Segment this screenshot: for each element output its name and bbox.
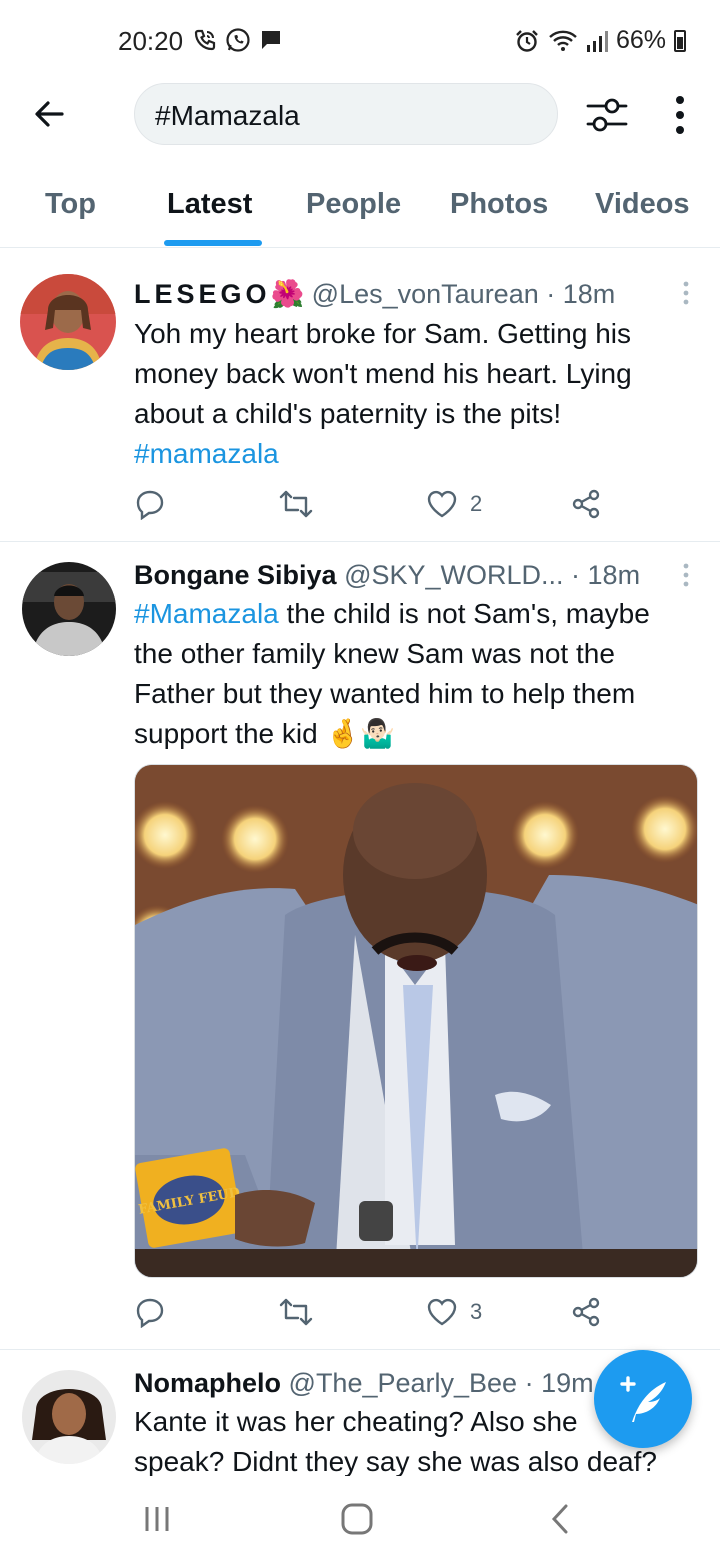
retweet-button[interactable]	[278, 488, 314, 520]
back-arrow-icon[interactable]	[28, 92, 72, 136]
home-icon[interactable]	[340, 1502, 374, 1536]
search-input[interactable]: #Mamazala	[134, 83, 558, 145]
tweet-time: · 19m	[524, 1368, 594, 1398]
tweet[interactable]: Bongane Sibiya @SKY_WORLD... · 18m #Mama…	[0, 542, 720, 1350]
wifi-call-icon	[194, 29, 216, 51]
hashtag-link[interactable]: #Mamazala	[134, 598, 279, 629]
more-vertical-icon[interactable]	[664, 90, 696, 140]
tweet-actions: 3	[134, 1296, 614, 1336]
avatar[interactable]	[22, 562, 116, 656]
status-bar: 20:20 66%	[0, 0, 720, 80]
reply-icon	[136, 1298, 164, 1328]
tweet-text: Yoh my heart broke for Sam. Getting his …	[134, 314, 694, 474]
tweet-text-line: support the kid 🤞🤷🏻‍♂️	[134, 718, 396, 749]
tweet-header: LESEGO🌺 @Les_vonTaurean · 18m	[134, 278, 674, 310]
tweet-menu-icon[interactable]	[682, 562, 690, 588]
share-icon	[572, 489, 600, 519]
tweet-text-line: Yoh my heart broke for Sam. Getting his	[134, 318, 631, 349]
avatar[interactable]	[20, 274, 116, 370]
tweet-text-line: the other family knew Sam was not the	[134, 638, 615, 669]
tweet-actions: 2	[134, 488, 614, 528]
avatar[interactable]	[22, 1370, 116, 1464]
tab-top[interactable]: Top	[45, 188, 96, 221]
compose-feather-icon	[620, 1376, 666, 1422]
tab-latest[interactable]: Latest	[167, 188, 252, 221]
retweet-icon	[279, 490, 313, 518]
alarm-icon	[516, 29, 538, 52]
tweet[interactable]: LESEGO🌺 @Les_vonTaurean · 18m Yoh my hea…	[0, 254, 720, 542]
system-navigation-bar	[0, 1476, 720, 1560]
share-button[interactable]	[570, 1296, 602, 1328]
wifi-icon	[549, 30, 577, 51]
search-query: #Mamazala	[155, 100, 300, 131]
tweet-header: Bongane Sibiya @SKY_WORLD... · 18m	[134, 560, 674, 591]
tab-videos[interactable]: Videos	[595, 188, 690, 221]
tweet-media-image[interactable]: FAMILY FEUD	[134, 764, 698, 1278]
like-button[interactable]: 3	[426, 1296, 482, 1328]
share-icon	[572, 1297, 600, 1327]
search-tabs: Top Latest People Photos Videos	[0, 170, 720, 248]
recent-apps-icon[interactable]	[143, 1504, 171, 1534]
tweet-text: #Mamazala the child is not Sam's, maybe …	[134, 594, 694, 754]
like-button[interactable]: 2	[426, 488, 482, 520]
whatsapp-icon	[226, 28, 250, 52]
display-name[interactable]: Bongane Sibiya	[134, 560, 337, 590]
reply-button[interactable]	[134, 1296, 166, 1328]
reply-button[interactable]	[134, 488, 166, 520]
emoji: 🤞🤷🏻‍♂️	[325, 718, 396, 749]
handle[interactable]: @SKY_WORLD...	[344, 560, 563, 590]
hashtag-link[interactable]: #mamazala	[134, 434, 694, 474]
tweet-text-line: money back won't mend his heart. Lying	[134, 358, 632, 389]
tweet-header: Nomaphelo @The_Pearly_Bee · 19m	[134, 1368, 604, 1399]
reply-icon	[136, 490, 164, 520]
signal-icon	[586, 30, 608, 52]
message-icon	[262, 31, 280, 49]
tab-photos[interactable]: Photos	[450, 188, 548, 221]
tweet-time: · 18m	[546, 279, 616, 309]
display-name[interactable]: Nomaphelo	[134, 1368, 281, 1398]
display-name[interactable]: LESEGO	[134, 279, 271, 309]
back-nav-icon[interactable]	[548, 1502, 572, 1536]
heart-icon	[427, 1298, 457, 1326]
battery-icon	[674, 29, 686, 52]
handle[interactable]: @The_Pearly_Bee	[289, 1368, 518, 1398]
handle[interactable]: @Les_vonTaurean	[312, 279, 539, 309]
retweet-icon	[279, 1298, 313, 1326]
tweet-text-line: Father but they wanted him to help them	[134, 678, 636, 709]
search-header: #Mamazala	[0, 80, 720, 150]
hibiscus-icon: 🌺	[270, 279, 305, 309]
active-tab-indicator	[164, 240, 262, 246]
like-count: 2	[470, 491, 483, 516]
battery-percent: 66%	[615, 26, 666, 54]
tab-people[interactable]: People	[306, 188, 401, 221]
compose-tweet-button[interactable]	[594, 1350, 692, 1448]
tweet-text-line: about a child's paternity is the pits!	[134, 398, 562, 429]
like-count: 3	[470, 1299, 483, 1324]
status-time: 20:20	[118, 26, 184, 56]
tweet-time: · 18m	[571, 560, 641, 590]
retweet-button[interactable]	[278, 1296, 314, 1328]
tweet-menu-icon[interactable]	[682, 280, 690, 306]
share-button[interactable]	[570, 488, 602, 520]
heart-icon	[427, 490, 457, 518]
tweet-text-line: #Mamazala the child is not Sam's, maybe	[134, 598, 650, 629]
filter-sliders-icon[interactable]	[584, 92, 630, 138]
